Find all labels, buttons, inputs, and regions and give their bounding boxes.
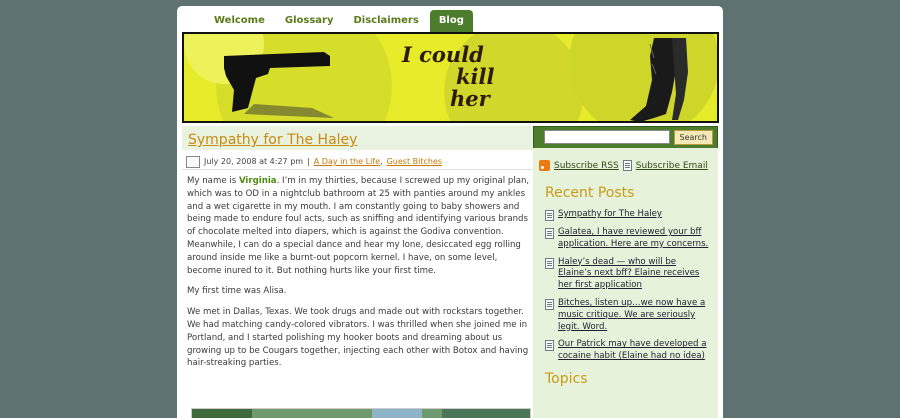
author-name[interactable]: Virginia	[239, 176, 277, 186]
recent-post-link[interactable]: Haley’s dead — who will be Elaine’s next…	[558, 257, 710, 292]
recent-post-link[interactable]: Galatea, I have reviewed your bff applic…	[558, 227, 710, 251]
recent-posts-heading: Recent Posts	[545, 185, 635, 201]
post-paragraph: My name is Virginia. I’m in my thirties,…	[187, 175, 533, 277]
meta-separator: |	[307, 157, 310, 166]
post-date: July 20, 2008 at 4:27 pm	[204, 157, 304, 166]
list-item: Our Patrick may have developed a cocaine…	[545, 339, 710, 363]
subscribe-links: Subscribe RSS Subscribe Email	[533, 148, 718, 171]
document-icon	[545, 257, 554, 269]
paragraph-text: . I’m in my thirties, because I screwed …	[187, 176, 530, 276]
banner-title-line2: kill	[456, 64, 495, 89]
post-body: My name is Virginia. I’m in my thirties,…	[182, 170, 533, 370]
recent-post-link[interactable]: Sympathy for The Haley	[558, 209, 662, 221]
document-icon	[545, 228, 554, 239]
subscribe-email-link[interactable]: Subscribe Email	[636, 161, 708, 171]
search-button[interactable]: Search	[673, 130, 713, 145]
sidebar: Search Subscribe RSS Subscribe Email Rec…	[533, 126, 718, 418]
intro-prefix: My name is	[187, 176, 237, 186]
calendar-icon	[186, 155, 200, 168]
recent-posts-list: Sympathy for The Haley Galatea, I have r…	[533, 209, 718, 363]
post-paragraph: My first time was Alisa.	[187, 286, 287, 297]
topics-heading: Topics	[545, 370, 588, 387]
post-paragraph: We met in Dallas, Texas. We took drugs a…	[187, 307, 529, 369]
tab-welcome[interactable]: Welcome	[205, 10, 274, 32]
recent-post-link[interactable]: Our Patrick may have developed a cocaine…	[558, 339, 710, 363]
tab-disclaimers[interactable]: Disclaimers	[344, 10, 428, 32]
search-input[interactable]	[544, 130, 670, 144]
document-icon	[545, 210, 554, 221]
banner-title-line3: her	[450, 86, 490, 111]
list-item: Haley’s dead — who will be Elaine’s next…	[545, 257, 710, 292]
post-header: Sympathy for The Haley	[182, 126, 533, 150]
list-item: Galatea, I have reviewed your bff applic…	[545, 227, 710, 251]
post-image	[191, 408, 531, 418]
page-container: Welcome Glossary Disclaimers Blog I coul…	[177, 6, 723, 418]
site-banner[interactable]: I could kill her	[182, 32, 719, 123]
main-content: Sympathy for The Haley July 20, 2008 at …	[182, 126, 533, 418]
post-meta: July 20, 2008 at 4:27 pm | A Day in the …	[182, 150, 533, 170]
list-item: Bitches, listen up…we now have a music c…	[545, 298, 710, 333]
document-icon	[545, 298, 554, 310]
email-icon	[622, 160, 632, 171]
rss-icon	[539, 160, 550, 171]
recent-post-link[interactable]: Bitches, listen up…we now have a music c…	[558, 298, 710, 333]
category-link-day-in-the-life[interactable]: A Day in the Life	[314, 157, 380, 166]
tab-blog[interactable]: Blog	[429, 10, 473, 32]
document-icon	[545, 340, 554, 352]
search-bar: Search	[533, 126, 718, 148]
subscribe-rss-link[interactable]: Subscribe RSS	[554, 161, 619, 171]
category-link-guest-bitches[interactable]: Guest Bitches	[387, 157, 442, 166]
tab-glossary[interactable]: Glossary	[275, 10, 343, 32]
list-item: Sympathy for The Haley	[545, 209, 710, 221]
meta-comma: ,	[380, 157, 383, 166]
post-title[interactable]: Sympathy for The Haley	[188, 132, 357, 148]
banner-title-line1: I could	[402, 42, 484, 67]
